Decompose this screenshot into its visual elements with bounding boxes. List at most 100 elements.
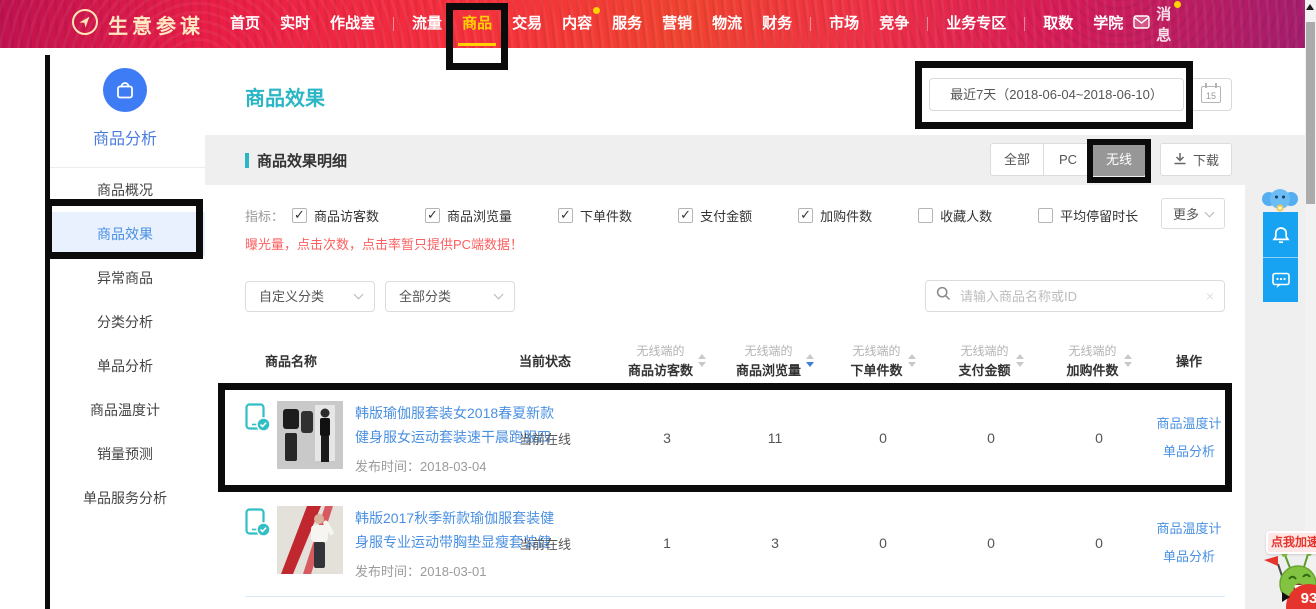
nav-tab-competition[interactable]: 竞争	[879, 0, 909, 48]
clear-search-icon[interactable]: ×	[1206, 288, 1214, 304]
sidebar-header: 商品分析	[45, 48, 205, 168]
col-wireless-cart[interactable]: 无线端的加购件数	[1045, 342, 1153, 379]
product-title-link[interactable]: 韩版2017秋季新款瑜伽服套装健	[355, 506, 554, 530]
channel-tab-all[interactable]: 全部	[990, 143, 1044, 176]
nav-tab-warroom[interactable]: 作战室	[330, 0, 375, 48]
nav-tab-content[interactable]: 内容	[562, 0, 592, 48]
page-scrollbar[interactable]	[1305, 0, 1316, 609]
brand-name: 生意参谋	[108, 10, 204, 39]
nav-tab-market[interactable]: 市场	[829, 0, 859, 48]
metric-checkbox-orders[interactable]: 下单件数	[558, 206, 632, 225]
nav-message[interactable]: 消息	[1133, 3, 1171, 45]
checkbox-icon[interactable]	[918, 208, 933, 223]
top-nav: 生意参谋 首页 实时 作战室 流量 商品 交易 内容 服务 营销 物流 财务 市…	[0, 0, 1316, 48]
thermometer-link[interactable]: 商品温度计	[1153, 410, 1225, 438]
checkbox-icon[interactable]	[558, 208, 573, 223]
nav-tab-marketing[interactable]: 营销	[662, 0, 692, 48]
checkbox-icon[interactable]	[292, 208, 307, 223]
metric-checkbox-stay-time[interactable]: 平均停留时长	[1038, 206, 1138, 225]
scroll-up-arrow-icon[interactable]	[1306, 4, 1314, 10]
product-image[interactable]	[277, 401, 343, 469]
download-button[interactable]: 下载	[1160, 143, 1232, 176]
product-row-1: 韩版瑜伽服套装女2018春夏新款 健身服女运动套装速干晨跑服四 发布时间：201…	[245, 386, 1225, 491]
sort-arrows-icon[interactable]	[698, 354, 706, 367]
metric-checkbox-favorites[interactable]: 收藏人数	[918, 206, 992, 225]
checkbox-icon[interactable]	[425, 208, 440, 223]
checkbox-icon[interactable]	[678, 208, 693, 223]
all-category-select[interactable]: 全部分类	[385, 281, 515, 312]
search-input[interactable]	[960, 289, 1206, 304]
product-image[interactable]	[277, 506, 343, 574]
product-title-link[interactable]: 韩版瑜伽服套装女2018春夏新款	[355, 401, 554, 425]
nav-tab-product[interactable]: 商品	[462, 0, 492, 48]
nav-tab-business-zone[interactable]: 业务专区	[946, 0, 1006, 48]
metrics-label: 指标：	[245, 206, 284, 225]
section-accent-bar	[245, 153, 249, 168]
metric-checkbox-cart[interactable]: 加购件数	[798, 206, 872, 225]
nav-tab-product-label: 商品	[462, 15, 492, 32]
calendar-button[interactable]: 15	[1190, 78, 1232, 111]
more-metrics-button[interactable]: 更多	[1161, 198, 1225, 229]
custom-category-select[interactable]: 自定义分类	[245, 281, 375, 312]
metric-checkbox-views[interactable]: 商品浏览量	[425, 206, 512, 225]
search-box: ×	[925, 280, 1225, 312]
nav-tab-realtime[interactable]: 实时	[280, 0, 310, 48]
sidebar-item-thermometer[interactable]: 商品温度计	[45, 388, 205, 432]
chat-icon	[1271, 270, 1291, 290]
date-controls: 最近7天（2018-06-04~2018-06-10） 15	[929, 78, 1232, 111]
col-status: 当前状态	[517, 351, 613, 370]
brand[interactable]: 生意参谋	[70, 7, 204, 42]
envelope-icon	[1133, 15, 1150, 33]
nav-tab-logistics[interactable]: 物流	[712, 0, 742, 48]
scrollbar-thumb[interactable]	[1306, 22, 1315, 204]
chevron-down-icon	[494, 289, 504, 299]
nav-tab-service[interactable]: 服务	[612, 0, 642, 48]
sidebar-item-item-service[interactable]: 单品服务分析	[45, 476, 205, 520]
nav-tab-home[interactable]: 首页	[230, 0, 260, 48]
download-icon	[1173, 152, 1187, 168]
sidebar-item-overview[interactable]: 商品概况	[45, 168, 205, 212]
sidebar-item-category[interactable]: 分类分析	[45, 300, 205, 344]
nav-tab-trade[interactable]: 交易	[512, 0, 542, 48]
sort-arrows-icon[interactable]	[1016, 354, 1024, 367]
sort-arrows-icon-active-desc[interactable]	[806, 354, 814, 367]
col-wireless-visitors[interactable]: 无线端的商品访客数	[613, 342, 721, 379]
nav-tabs: 首页 实时 作战室 流量 商品 交易 内容 服务 营销 物流 财务 市场 竞争 …	[220, 0, 1133, 48]
sidebar-item-abnormal[interactable]: 异常商品	[45, 256, 205, 300]
sort-arrows-icon[interactable]	[1124, 354, 1132, 367]
compass-logo-icon	[70, 7, 100, 42]
all-category-value: 全部分类	[399, 289, 451, 304]
channel-tab-wireless[interactable]: 无线	[1092, 143, 1146, 176]
views-value: 3	[721, 535, 829, 551]
col-product-name: 商品名称	[245, 351, 517, 370]
sidebar-item-effect[interactable]: 商品效果	[45, 212, 205, 256]
date-range-selector[interactable]: 最近7天（2018-06-04~2018-06-10）	[929, 78, 1184, 111]
sidebar-item-single-item[interactable]: 单品分析	[45, 344, 205, 388]
nav-tab-academy[interactable]: 学院	[1093, 0, 1123, 48]
metric-label: 平均停留时长	[1060, 206, 1138, 225]
sidebar-item-sales-forecast[interactable]: 销量预测	[45, 432, 205, 476]
single-item-analysis-link[interactable]: 单品分析	[1153, 543, 1225, 571]
checkbox-icon[interactable]	[1038, 208, 1053, 223]
col-wireless-views[interactable]: 无线端的商品浏览量	[721, 342, 829, 379]
checkbox-icon[interactable]	[798, 208, 813, 223]
nav-tab-data-extract[interactable]: 取数	[1043, 0, 1073, 48]
feedback-chat-button[interactable]	[1263, 257, 1298, 302]
sort-arrows-icon[interactable]	[908, 354, 916, 367]
nav-divider	[393, 17, 394, 31]
nav-divider	[1024, 17, 1025, 31]
nav-tab-finance[interactable]: 财务	[762, 0, 792, 48]
publish-date: 发布时间：2018-03-01	[355, 561, 554, 580]
single-item-analysis-link[interactable]: 单品分析	[1153, 438, 1225, 466]
speed-up-bubble[interactable]: 点我加速	[1266, 531, 1316, 554]
col-action: 操作	[1153, 351, 1225, 370]
thermometer-link[interactable]: 商品温度计	[1153, 515, 1225, 543]
payment-value: 0	[937, 430, 1045, 446]
metric-checkbox-visitors[interactable]: 商品访客数	[292, 206, 379, 225]
pc-only-note: 曝光量，点击次数，点击率暂只提供PC端数据！	[245, 234, 1225, 253]
nav-tab-traffic[interactable]: 流量	[412, 0, 442, 48]
metric-checkbox-payment[interactable]: 支付金额	[678, 206, 752, 225]
channel-tab-pc[interactable]: PC	[1043, 143, 1093, 176]
col-wireless-orders[interactable]: 无线端的下单件数	[829, 342, 937, 379]
col-wireless-payment[interactable]: 无线端的支付金额	[937, 342, 1045, 379]
